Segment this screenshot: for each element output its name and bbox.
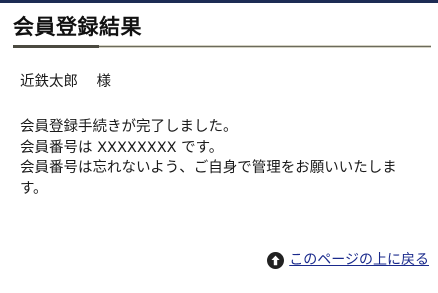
message-line: 会員番号は XXXXXXXX です。 <box>20 139 224 156</box>
back-to-top-label[interactable]: このページの上に戻る <box>289 250 429 270</box>
message-line: す。 <box>20 180 48 197</box>
completion-message: 会員登録手続きが完了しました。 会員番号は XXXXXXXX です。 会員番号は… <box>20 117 420 199</box>
page: 会員登録結果 近鉄太郎 様 会員登録手続きが完了しました。 会員番号は XXXX… <box>0 0 438 293</box>
title-underline <box>13 45 431 48</box>
page-title: 会員登録結果 <box>13 15 142 39</box>
message-line: 会員登録手続きが完了しました。 <box>20 119 238 135</box>
title-underline-line <box>99 46 431 47</box>
header-top-rule <box>0 0 438 3</box>
arrow-up-circle-icon <box>267 251 285 269</box>
back-to-top-link[interactable]: このページの上に戻る <box>267 250 429 270</box>
recipient-name: 近鉄太郎 <box>20 74 78 90</box>
recipient-honorific: 様 <box>96 74 111 90</box>
title-underline-accent <box>13 45 99 48</box>
message-line: 会員番号は忘れないよう、ご自身で管理をお願いいたしま <box>20 160 397 176</box>
recipient-line: 近鉄太郎 様 <box>20 72 111 92</box>
